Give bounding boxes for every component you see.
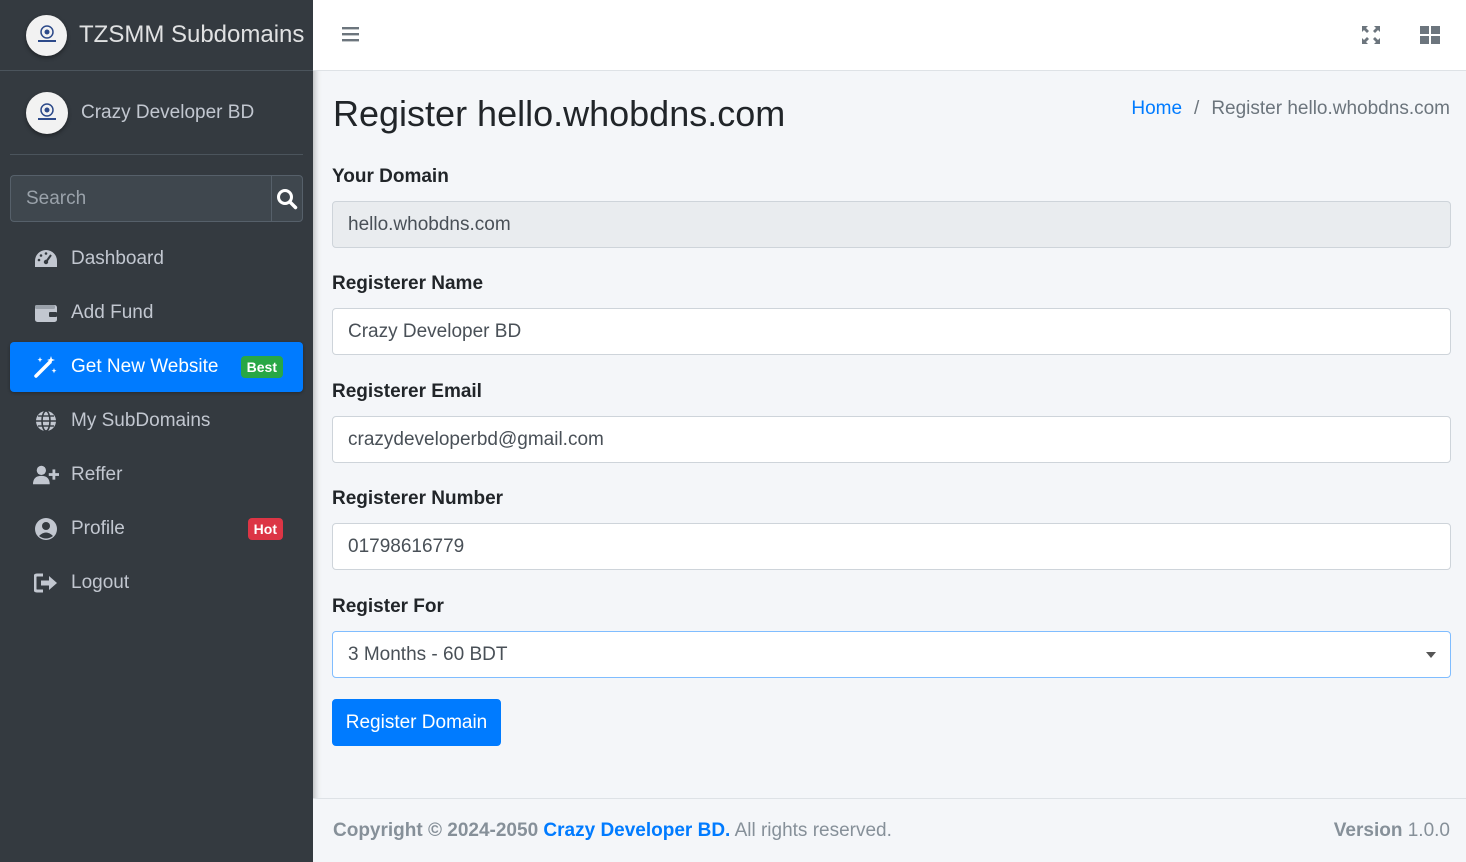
sidebar-item-reffer[interactable]: Reffer	[10, 450, 303, 500]
footer: Copyright © 2024-2050 Crazy Developer BD…	[313, 798, 1466, 862]
user-plus-icon	[33, 463, 59, 487]
sidebar-item-profile[interactable]: Profile Hot	[10, 504, 303, 554]
breadcrumb-separator: /	[1194, 98, 1200, 119]
rights-text: All rights reserved.	[734, 819, 892, 841]
status-badge: Hot	[247, 518, 283, 540]
sidebar-search	[10, 175, 303, 222]
sidebar-item-label: Profile	[71, 518, 125, 539]
top-navbar	[313, 0, 1466, 71]
sidebar-item-my-subdomains[interactable]: My SubDomains	[10, 396, 303, 446]
period-selected-value: 3 Months - 60 BDT	[348, 643, 508, 665]
status-badge: Best	[240, 356, 283, 378]
number-field[interactable]: 01798616779	[332, 523, 1451, 570]
sidebar-item-get-new-website[interactable]: Get New Website Best	[10, 342, 303, 392]
sidebar-item-dashboard[interactable]: Dashboard	[10, 234, 303, 284]
user-name[interactable]: Crazy Developer BD	[81, 102, 254, 124]
company-link[interactable]: Crazy Developer BD.	[543, 820, 730, 841]
domain-field: hello.whobdns.com	[332, 201, 1451, 248]
sidebar-item-logout[interactable]: Logout	[10, 558, 303, 608]
avatar	[26, 91, 68, 134]
breadcrumb: Home / Register hello.whobdns.com	[1131, 98, 1450, 120]
search-icon	[277, 188, 298, 209]
page-title: Register hello.whobdns.com	[333, 93, 786, 134]
email-field[interactable]: crazydeveloperbd@gmail.com	[332, 416, 1451, 463]
control-sidebar-button[interactable]	[1419, 24, 1441, 51]
name-label: Registerer Name	[332, 273, 484, 294]
user-circle-icon	[33, 517, 59, 541]
sidebar-item-label: My SubDomains	[71, 410, 211, 431]
version-number: 1.0.0	[1407, 819, 1450, 841]
period-select[interactable]: 3 Months - 60 BDT	[332, 631, 1451, 678]
sidebar-item-label: Get New Website	[71, 356, 219, 377]
sidebar-item-label: Dashboard	[71, 248, 164, 269]
name-field[interactable]: Crazy Developer BD	[332, 308, 1451, 355]
globe-icon	[33, 409, 59, 433]
period-label: Register For	[332, 596, 444, 617]
sidebar-item-label: Logout	[71, 572, 130, 593]
brand-logo-icon	[26, 14, 67, 56]
expand-icon	[1362, 26, 1380, 44]
brand-title: TZSMM Subdomains	[79, 21, 305, 48]
search-button[interactable]	[271, 175, 303, 222]
email-group: Registerer Email crazydeveloperbd@gmail.…	[332, 381, 1451, 463]
dashboard-icon	[33, 247, 59, 271]
name-group: Registerer Name Crazy Developer BD	[332, 273, 1451, 355]
magic-wand-icon	[33, 355, 59, 379]
fullscreen-button[interactable]	[1360, 24, 1382, 51]
brand-link[interactable]: TZSMM Subdomains	[0, 0, 313, 71]
wallet-icon	[33, 301, 59, 325]
copyright: Copyright © 2024-2050 Crazy Developer BD…	[333, 820, 892, 842]
grid-icon	[1420, 26, 1440, 44]
breadcrumb-current: Register hello.whobdns.com	[1211, 98, 1450, 119]
sidebar-nav: Dashboard Add Fund Get New Website Best …	[10, 234, 303, 612]
domain-label: Your Domain	[332, 166, 449, 187]
register-domain-button[interactable]: Register Domain	[332, 699, 501, 746]
email-label: Registerer Email	[332, 381, 482, 402]
hamburger-icon	[342, 27, 359, 42]
sidebar: TZSMM Subdomains Crazy Developer BD Dash…	[0, 0, 313, 862]
period-group: Register For 3 Months - 60 BDT	[332, 596, 1451, 678]
logout-icon	[33, 571, 59, 595]
sidebar-item-add-fund[interactable]: Add Fund	[10, 288, 303, 338]
number-group: Registerer Number 01798616779	[332, 488, 1451, 570]
search-input[interactable]	[10, 175, 271, 222]
user-panel[interactable]: Crazy Developer BD	[10, 71, 303, 155]
sidebar-item-label: Reffer	[71, 464, 123, 485]
menu-toggle-button[interactable]	[341, 24, 361, 49]
version-info: Version 1.0.0	[1334, 820, 1450, 842]
domain-group: Your Domain hello.whobdns.com	[332, 166, 1451, 248]
copyright-prefix: Copyright © 2024-2050	[333, 819, 539, 841]
number-label: Registerer Number	[332, 488, 504, 509]
breadcrumb-home-link[interactable]: Home	[1131, 98, 1182, 120]
sidebar-item-label: Add Fund	[71, 302, 154, 323]
chevron-down-icon	[1426, 652, 1436, 658]
version-label: Version	[1333, 819, 1403, 841]
